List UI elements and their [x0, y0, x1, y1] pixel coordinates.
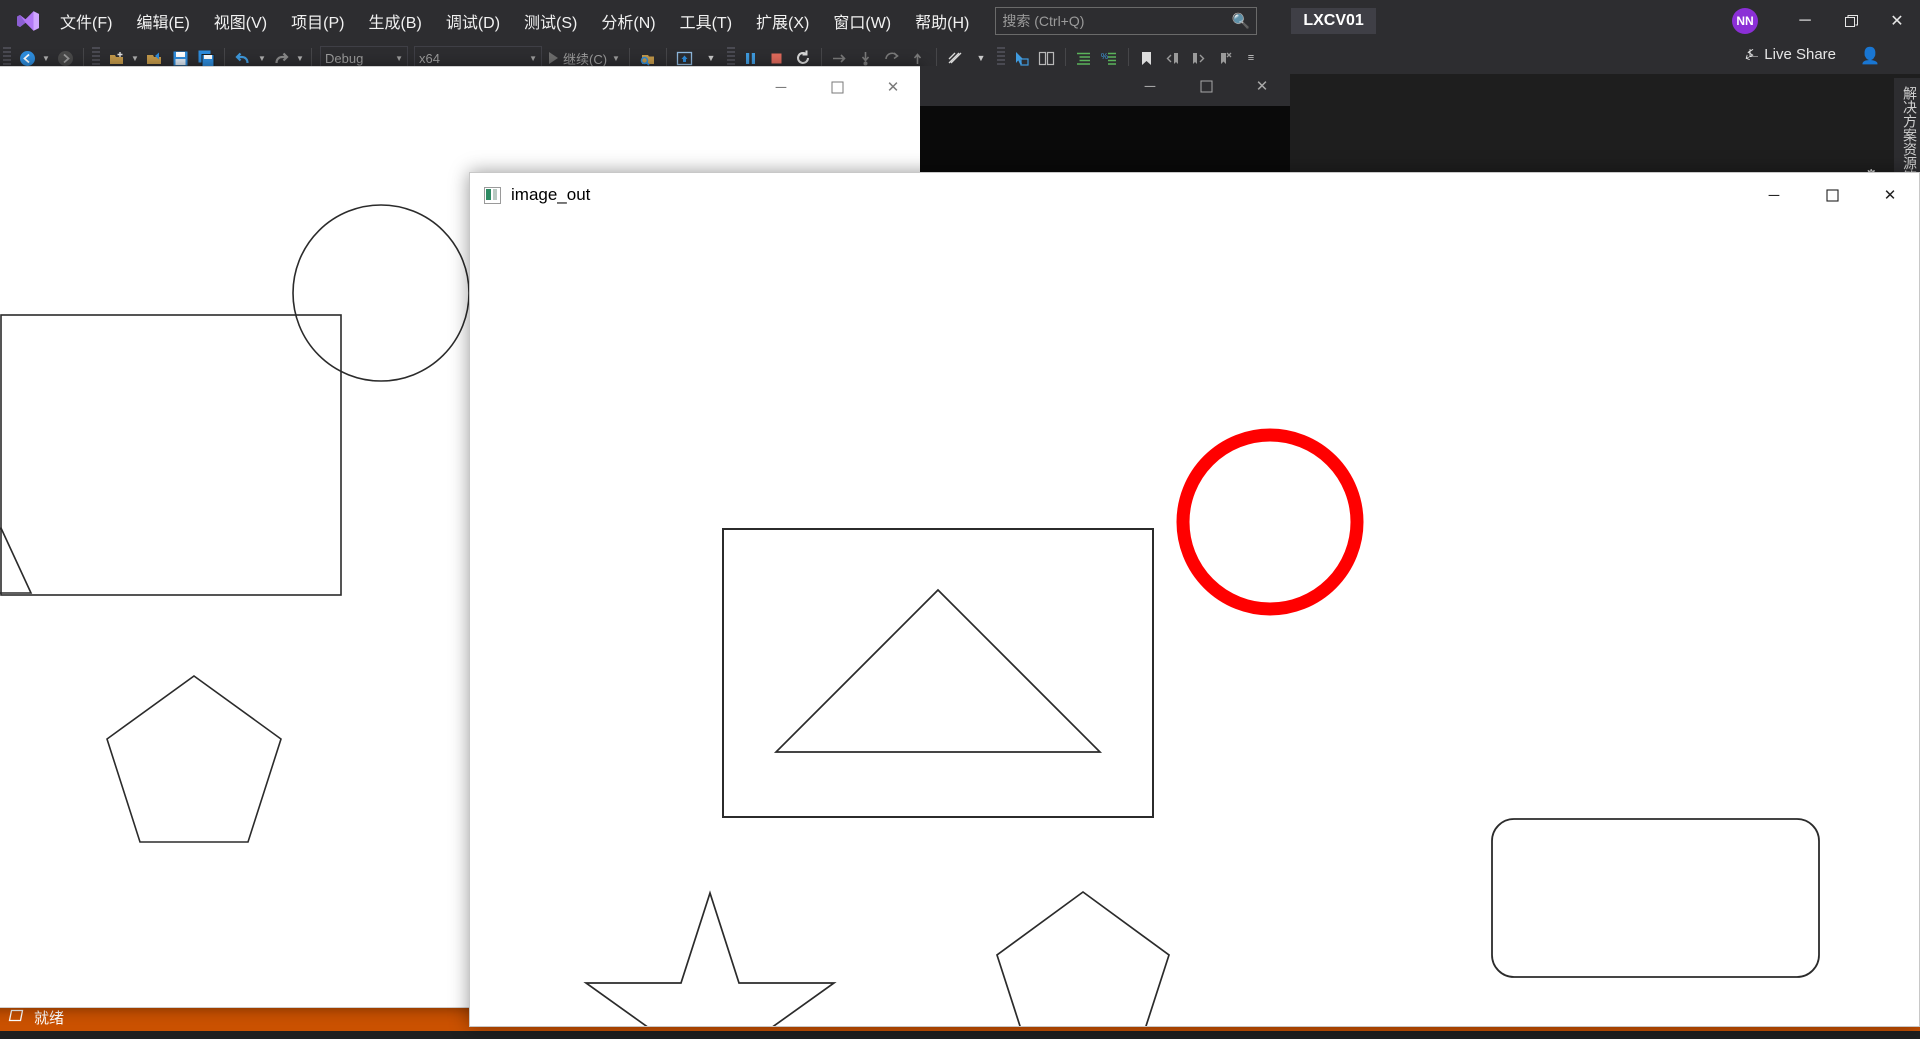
menu-debug[interactable]: 调试(D) [436, 5, 510, 37]
toolbar-separator-8 [1064, 48, 1066, 68]
console-minimize-button[interactable]: ─ [1122, 66, 1178, 106]
shape-star [583, 890, 837, 1026]
toolbar-separator-6 [820, 48, 822, 68]
menu-build[interactable]: 生成(B) [358, 5, 431, 37]
chevron-down-icon-3: ▼ [612, 53, 620, 63]
bg-shape-pentagon [106, 675, 282, 843]
navigate-back-dropdown-icon[interactable]: ▼ [40, 54, 52, 63]
menu-view[interactable]: 视图(V) [204, 5, 277, 37]
instance-badge: LXCV01 [1291, 8, 1376, 34]
ide-restore-button[interactable] [1828, 0, 1874, 42]
menu-help[interactable]: 帮助(H) [905, 5, 979, 37]
search-input[interactable]: 搜索 (Ctrl+Q) 🔍 [995, 7, 1258, 35]
image-out-maximize-button[interactable] [1803, 173, 1861, 217]
ready-icon [8, 1009, 24, 1025]
menu-tools[interactable]: 工具(T) [670, 5, 742, 37]
bg-shape-triangle [0, 526, 33, 594]
ide-close-button[interactable]: ✕ [1874, 0, 1920, 42]
live-share-button[interactable]: ⍼ Live Share [1745, 46, 1836, 63]
toolbar-separator [83, 48, 84, 68]
search-placeholder: 搜索 (Ctrl+Q) [1002, 13, 1085, 29]
toolbar-separator-2 [224, 48, 225, 68]
live-share-label: Live Share [1764, 46, 1836, 63]
image-out-close-button[interactable]: ✕ [1861, 173, 1919, 217]
chevron-down-icon: ▼ [395, 53, 403, 63]
toolbar-separator-3 [311, 48, 312, 68]
avatar[interactable]: NN [1732, 8, 1758, 34]
menu-edit[interactable]: 编辑(E) [126, 5, 199, 37]
continue-debug-button[interactable]: 继续(C) ▼ [549, 49, 620, 68]
build-platform-value: x64 [419, 50, 440, 66]
shape-red-circle [1176, 428, 1364, 616]
bg-minimize-button[interactable]: ─ [753, 67, 809, 107]
live-share-icon: ⍼ [1745, 46, 1759, 63]
image-out-window[interactable]: image_out ─ ✕ [469, 172, 1920, 1027]
image-out-title: image_out [511, 185, 591, 204]
redo-dropdown-icon[interactable]: ▼ [294, 54, 306, 63]
console-restore-button[interactable] [1178, 66, 1234, 106]
image-out-titlebar[interactable]: image_out ─ ✕ [470, 173, 1919, 218]
console-window-body [920, 106, 1290, 176]
bg-restore-button[interactable] [809, 67, 865, 107]
shape-rectangle [722, 528, 1154, 818]
image-out-window-controls: ─ ✕ [1745, 173, 1919, 217]
image-app-icon [484, 186, 501, 204]
image-out-canvas [470, 217, 1919, 1026]
toolbar-separator-9 [1127, 48, 1129, 68]
ide-menu-bar: 文件(F) 编辑(E) 视图(V) 项目(P) 生成(B) 调试(D) 测试(S… [0, 0, 1920, 42]
menu-project[interactable]: 项目(P) [281, 5, 354, 37]
menu-analyze[interactable]: 分析(N) [591, 5, 665, 37]
bg-close-button[interactable]: ✕ [865, 67, 921, 107]
visual-studio-logo [8, 0, 48, 42]
bg-shape-square [0, 314, 342, 596]
chevron-down-icon-2: ▼ [529, 53, 537, 63]
search-icon: 🔍 [1231, 13, 1251, 30]
toolbar-separator-4 [628, 48, 630, 68]
shape-pentagon [996, 890, 1170, 1026]
image-out-minimize-button[interactable]: ─ [1745, 173, 1803, 217]
toolbar-separator-7 [935, 48, 937, 68]
menu-window[interactable]: 窗口(W) [823, 5, 901, 37]
new-project-dropdown-icon[interactable]: ▼ [129, 54, 141, 63]
build-configuration-value: Debug [325, 50, 364, 66]
toolbar-separator-5 [665, 48, 667, 68]
menu-extensions[interactable]: 扩展(X) [746, 5, 819, 37]
taskbar [0, 1031, 1920, 1039]
shape-rounded-rectangle [1491, 818, 1820, 978]
window-controls-group: NN ─ ✕ [1732, 0, 1920, 42]
status-text: 就绪 [34, 1009, 65, 1027]
shape-triangle [773, 588, 1103, 753]
svg-text:%: % [1101, 52, 1108, 61]
background-console-window[interactable]: ─ ✕ [920, 66, 1290, 176]
menu-test[interactable]: 测试(S) [514, 5, 587, 37]
bg-shape-circle [292, 204, 470, 382]
undo-dropdown-icon[interactable]: ▼ [256, 54, 268, 63]
menu-file[interactable]: 文件(F) [50, 5, 122, 37]
continue-label: 继续(C) [563, 51, 608, 67]
background-window-titlebar[interactable]: ─ ✕ [0, 67, 921, 107]
console-window-titlebar[interactable]: ─ ✕ [920, 66, 1290, 106]
share-person-icon[interactable]: 👤 [1860, 46, 1880, 66]
ide-minimize-button[interactable]: ─ [1782, 0, 1828, 42]
play-icon [549, 52, 558, 64]
console-close-button[interactable]: ✕ [1234, 66, 1290, 106]
screen: 文件(F) 编辑(E) 视图(V) 项目(P) 生成(B) 调试(D) 测试(S… [0, 0, 1920, 1039]
